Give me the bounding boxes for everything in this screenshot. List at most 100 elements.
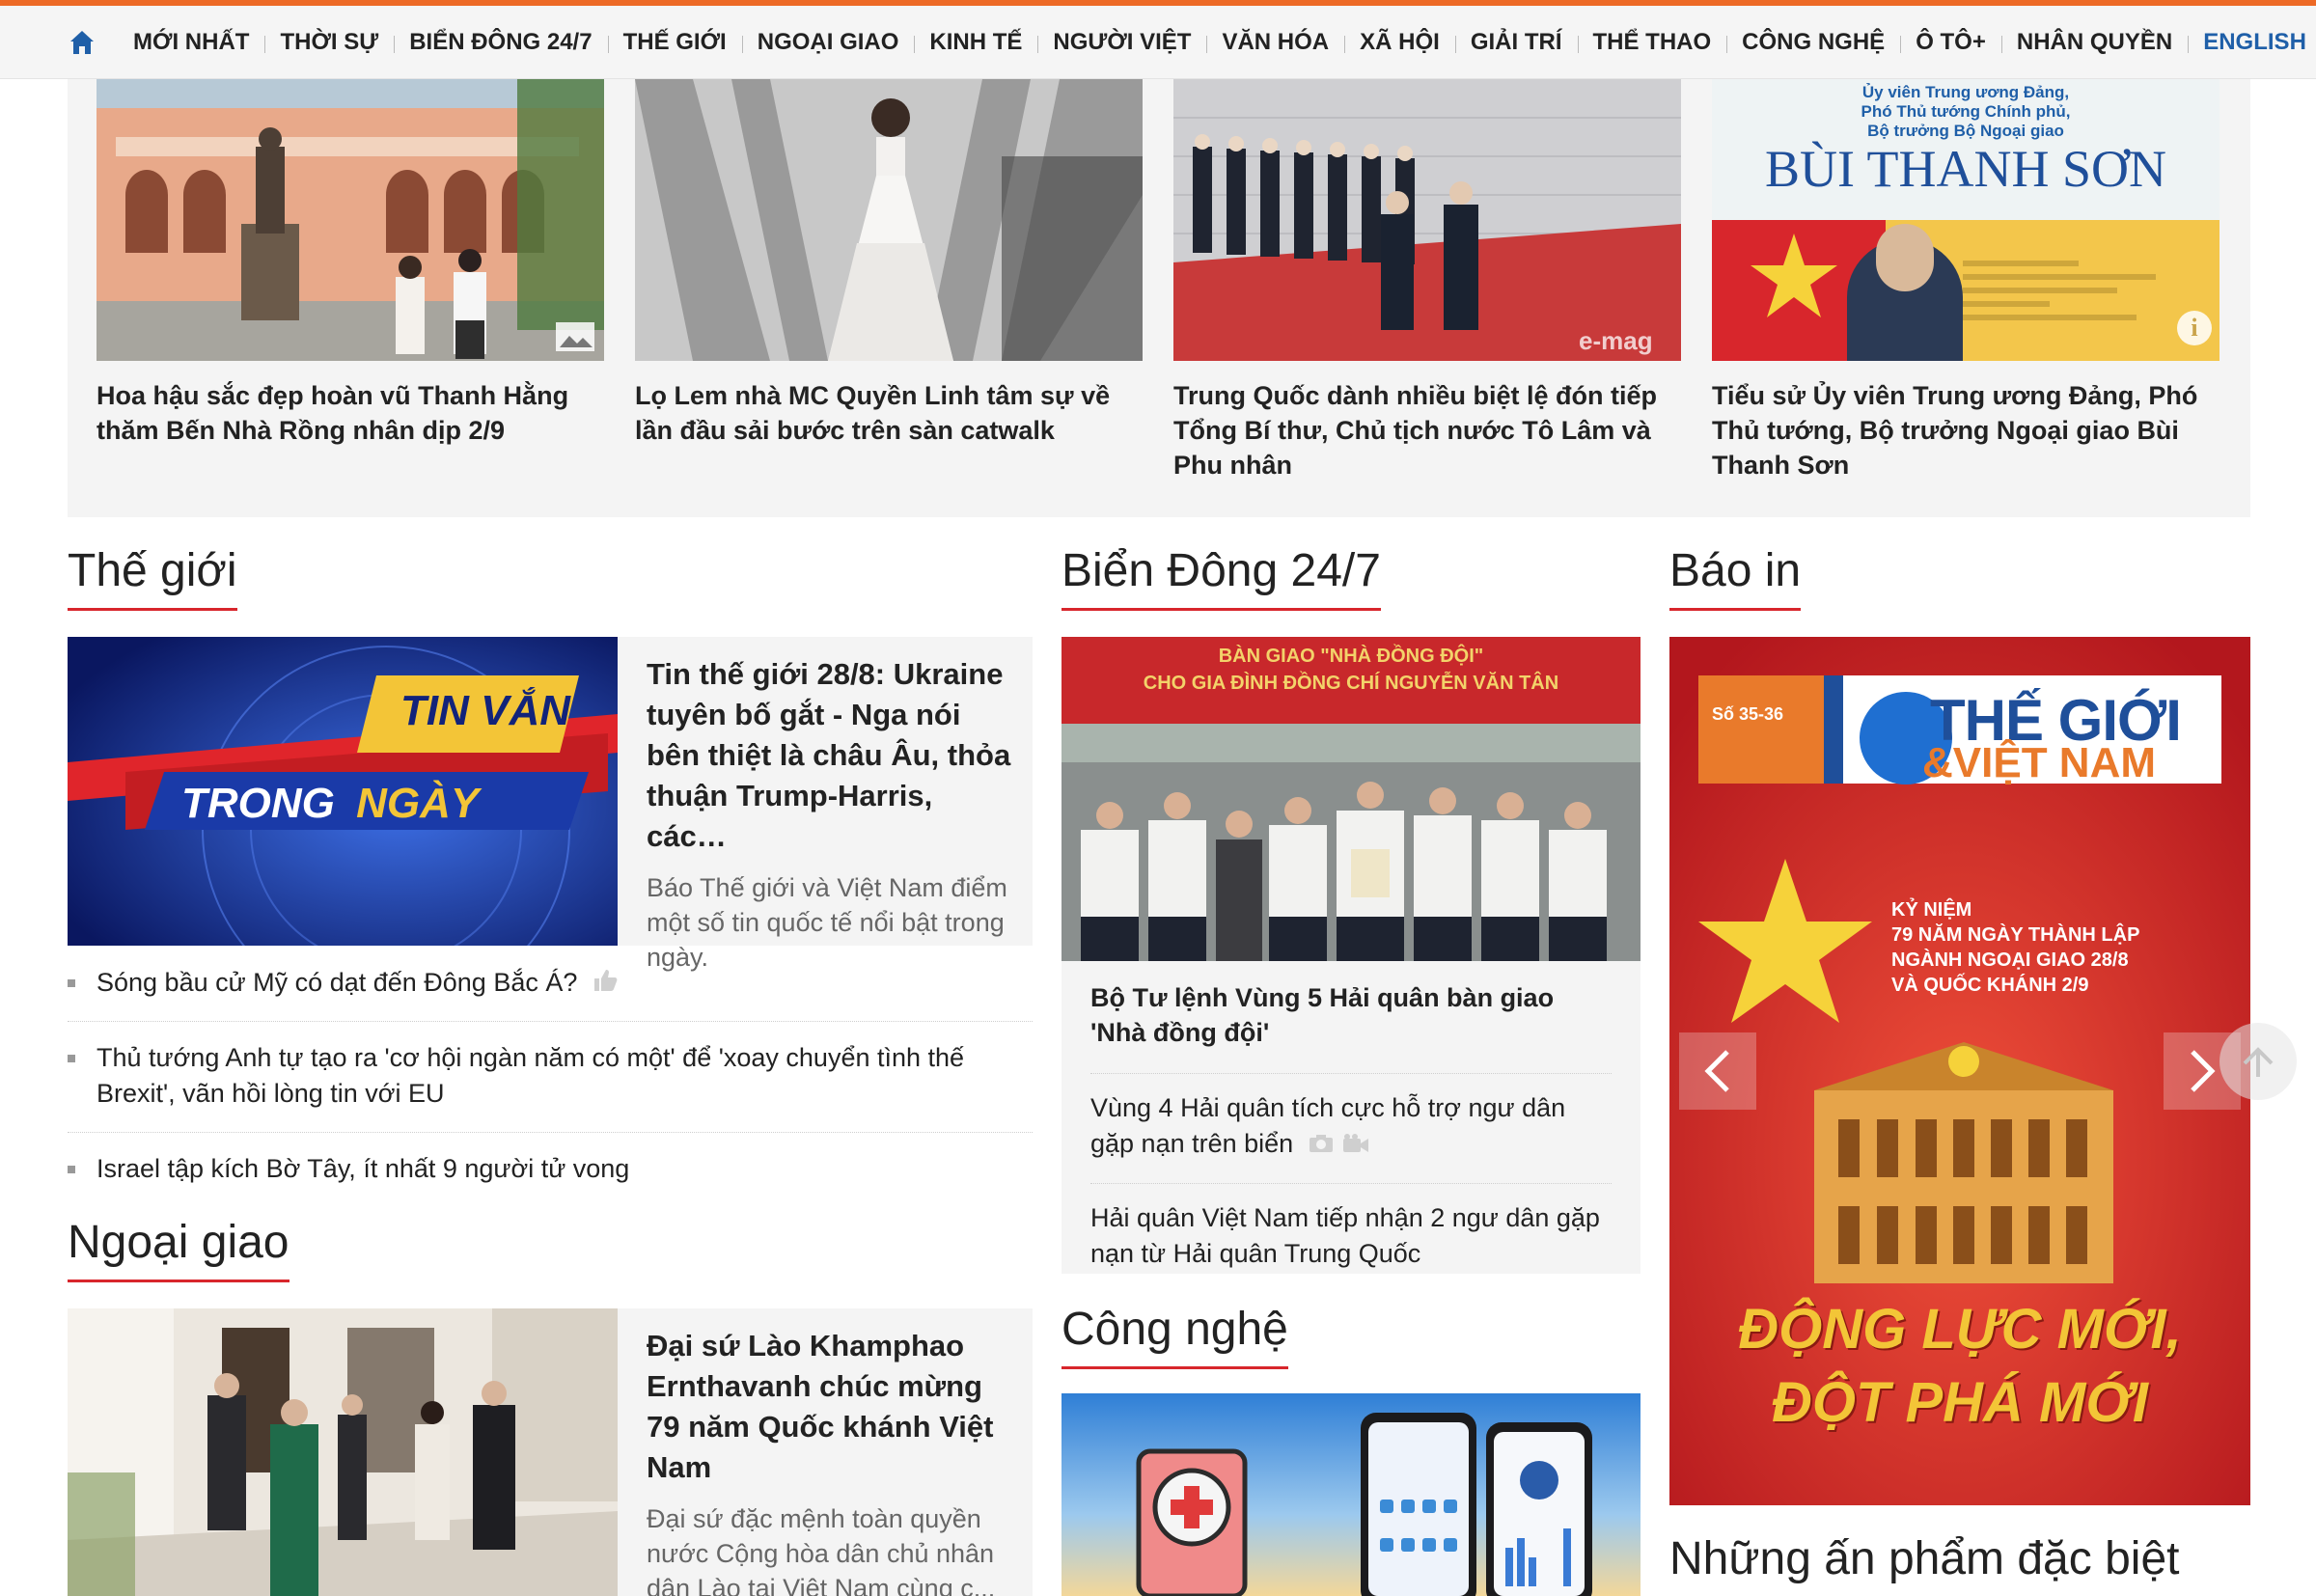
cover-slogan: ĐỘT PHÁ MỚI (1771, 1371, 2149, 1434)
heading-underline (1062, 608, 1381, 611)
section-heading-text[interactable]: Những ấn phẩm đặc biệt (1669, 1533, 2179, 1584)
cover-headline: 79 NĂM NGÀY THÀNH LẬP (1891, 924, 2140, 946)
list-item[interactable]: Israel tập kích Bờ Tây, ít nhất 9 người … (68, 1151, 1013, 1187)
featured-card[interactable]: Hoa hậu sắc đẹp hoàn vũ Thanh Hằng thăm … (96, 79, 604, 448)
heading-underline (68, 1280, 290, 1282)
cong-nghe-lead-image[interactable] (1062, 1393, 1640, 1596)
section-heading-special[interactable]: Những ấn phẩm đặc biệt (1669, 1532, 2179, 1593)
banner-line2: CHO GIA ĐÌNH ĐỒNG CHÍ NGUYỄN VĂN TÂN (1143, 673, 1559, 694)
nav-item-nhan-quyen[interactable]: NHÂN QUYỀN (2000, 29, 2188, 56)
featured-image[interactable] (635, 79, 1143, 361)
divider (1090, 1073, 1612, 1074)
section-heading-ngoai-giao[interactable]: Ngoại giao (68, 1216, 290, 1282)
arrow-up-icon (2243, 1047, 2274, 1077)
featured-card[interactable]: Ủy viên Trung ương Đảng, Phó Thủ tướng C… (1712, 79, 2220, 482)
emag-badge: e-mag (1579, 326, 1653, 355)
nav-item-o-to[interactable]: Ô TÔ+ (1900, 29, 2001, 56)
poster-line: Bộ trưởng Bộ Ngoại giao (1867, 122, 2064, 140)
nav-item-bien-dong[interactable]: BIỂN ĐÔNG 24/7 (394, 29, 607, 56)
section-heading-text[interactable]: Báo in (1669, 545, 1801, 596)
list-item-text[interactable]: Hải quân Việt Nam tiếp nhận 2 ngư dân gặ… (1090, 1203, 1600, 1268)
home-icon[interactable] (68, 28, 96, 57)
carousel-prev-button[interactable] (1679, 1032, 1756, 1110)
divider (68, 1132, 1033, 1133)
scroll-to-top-button[interactable] (2220, 1023, 2297, 1100)
nav-item-xa-hoi[interactable]: XÃ HỘI (1344, 29, 1455, 56)
list-item-text[interactable]: Thủ tướng Anh tự tạo ra 'cơ hội ngàn năm… (96, 1043, 964, 1108)
featured-card[interactable]: Lọ Lem nhà MC Quyền Linh tâm sự về lần đ… (635, 79, 1143, 448)
cover-headline: NGÀNH NGOẠI GIAO 28/8 (1891, 949, 2129, 971)
nav-item-english[interactable]: ENGLISH (2188, 29, 2316, 56)
lead-summary: Báo Thế giới và Việt Nam điểm một số tin… (647, 873, 1007, 972)
section-heading-text[interactable]: Ngoại giao (68, 1217, 290, 1268)
section-heading-the-gioi[interactable]: Thế giới (68, 544, 237, 611)
featured-title[interactable]: Lọ Lem nhà MC Quyền Linh tâm sự về lần đ… (635, 378, 1143, 448)
poster-line: Phó Thủ tướng Chính phủ, (1861, 102, 2071, 121)
list-item[interactable]: Vùng 4 Hải quân tích cực hỗ trợ ngư dân … (1090, 1090, 1612, 1163)
nav-item-nguoi-viet[interactable]: NGƯỜI VIỆT (1037, 29, 1206, 56)
nav-item-van-hoa[interactable]: VĂN HÓA (1206, 29, 1344, 56)
main-navigation: MỚI NHẤT THỜI SỰ BIỂN ĐÔNG 24/7 THẾ GIỚI… (0, 6, 2316, 79)
section-heading-text[interactable]: Biển Đông 24/7 (1062, 545, 1381, 596)
the-gioi-lead: TIN VẮN TRONG NGÀY Tin thế giới 28/8: Uk… (68, 637, 1033, 972)
nav-item-the-thao[interactable]: THỂ THAO (1577, 29, 1727, 56)
section-heading-text[interactable]: Công nghệ (1062, 1304, 1288, 1355)
thumbs-up-icon (593, 966, 618, 1002)
nav-item-ngoai-giao[interactable]: NGOẠI GIAO (741, 29, 915, 56)
banner-line2a: TRONG (181, 780, 335, 827)
section-heading-bien-dong[interactable]: Biển Đông 24/7 (1062, 544, 1381, 611)
section-heading-text[interactable]: Thế giới (68, 545, 237, 596)
featured-image[interactable] (96, 79, 604, 361)
divider (1090, 1183, 1612, 1184)
lead-image[interactable]: BÀN GIAO "NHÀ ĐỒNG ĐỘI" CHO GIA ĐÌNH ĐỒN… (1062, 637, 1640, 961)
lead-image[interactable]: TIN VẮN TRONG NGÀY (68, 637, 618, 946)
cover-headline: VÀ QUỐC KHÁNH 2/9 (1891, 975, 2089, 996)
cover-headline: KỶ NIỆM (1891, 899, 1972, 921)
nav-item-giai-tri[interactable]: GIẢI TRÍ (1454, 29, 1578, 56)
heading-underline (1062, 1366, 1288, 1369)
featured-image[interactable]: e-mag (1173, 79, 1681, 361)
nav-item-thoi-su[interactable]: THỜI SỰ (264, 29, 394, 56)
poster-line: Ủy viên Trung ương Đảng, (1861, 83, 2070, 101)
banner-line1: BÀN GIAO "NHÀ ĐỒNG ĐỘI" (1218, 646, 1484, 667)
nav-item-the-gioi[interactable]: THẾ GIỚI (607, 29, 742, 56)
chevron-left-icon (1704, 1050, 1729, 1092)
divider (68, 1021, 1033, 1022)
cover-slogan: ĐỘNG LỰC MỚI, (1738, 1298, 2182, 1361)
poster-name: BÙI THANH SƠN (1764, 140, 2167, 198)
print-edition-cover[interactable]: Số 35-36 THẾ GIỚI &VIỆT NAM KỶ NIỆM 79 N… (1669, 637, 2250, 1505)
section-heading-cong-nghe[interactable]: Công nghệ (1062, 1303, 1288, 1369)
featured-card[interactable]: e-mag Trung Quốc dành nhiều biệt lệ đón … (1173, 79, 1681, 482)
banner-line1: TIN VẮN (400, 687, 570, 734)
heading-underline (1669, 608, 1802, 611)
ngoai-giao-lead: Đại sứ Lào Khamphao Ernthavanh chúc mừng… (68, 1308, 1033, 1596)
lead-title[interactable]: Tin thế giới 28/8: Ukraine tuyên bố gắt … (647, 654, 1013, 857)
cover-issue: Số 35-36 (1712, 704, 1784, 724)
bien-dong-box: BÀN GIAO "NHÀ ĐỒNG ĐỘI" CHO GIA ĐÌNH ĐỒN… (1062, 637, 1640, 1274)
lead-image[interactable] (68, 1308, 618, 1596)
heading-underline (68, 608, 237, 611)
list-item-text[interactable]: Israel tập kích Bờ Tây, ít nhất 9 người … (96, 1154, 629, 1183)
lead-title[interactable]: Đại sứ Lào Khamphao Ernthavanh chúc mừng… (647, 1326, 1013, 1488)
featured-image[interactable]: Ủy viên Trung ương Đảng, Phó Thủ tướng C… (1712, 79, 2220, 361)
cover-masthead-2: &VIỆT NAM (1922, 739, 2156, 786)
featured-title[interactable]: Trung Quốc dành nhiều biệt lệ đón tiếp T… (1173, 378, 1681, 482)
list-item[interactable]: Hải quân Việt Nam tiếp nhận 2 ngư dân gặ… (1090, 1200, 1612, 1272)
featured-strip: Hoa hậu sắc đẹp hoàn vũ Thanh Hằng thăm … (68, 79, 2250, 517)
camera-icon (1309, 1127, 1334, 1163)
banner-line2b: NGÀY (356, 780, 480, 827)
lead-summary: Đại sứ đặc mệnh toàn quyền nước Cộng hòa… (647, 1504, 996, 1596)
list-item[interactable]: Sóng bầu cử Mỹ có dạt đến Đông Bắc Á? (68, 965, 1033, 1002)
featured-title[interactable]: Tiểu sử Ủy viên Trung ương Đảng, Phó Thủ… (1712, 378, 2220, 482)
video-icon (1342, 1127, 1369, 1163)
list-item[interactable]: Thủ tướng Anh tự tạo ra 'cơ hội ngàn năm… (68, 1040, 1013, 1112)
featured-title[interactable]: Hoa hậu sắc đẹp hoàn vũ Thanh Hằng thăm … (96, 378, 604, 448)
info-icon[interactable]: i (2177, 311, 2212, 345)
chevron-right-icon (2191, 1050, 2216, 1092)
section-heading-bao-in[interactable]: Báo in (1669, 544, 1802, 611)
lead-title[interactable]: Bộ Tư lệnh Vùng 5 Hải quân bàn giao 'Nhà… (1090, 980, 1612, 1050)
nav-item-moi-nhat[interactable]: MỚI NHẤT (118, 29, 264, 56)
nav-item-cong-nghe[interactable]: CÔNG NGHỆ (1726, 29, 1900, 56)
list-item-text[interactable]: Sóng bầu cử Mỹ có dạt đến Đông Bắc Á? (96, 968, 577, 997)
nav-item-kinh-te[interactable]: KINH TẾ (914, 29, 1037, 56)
